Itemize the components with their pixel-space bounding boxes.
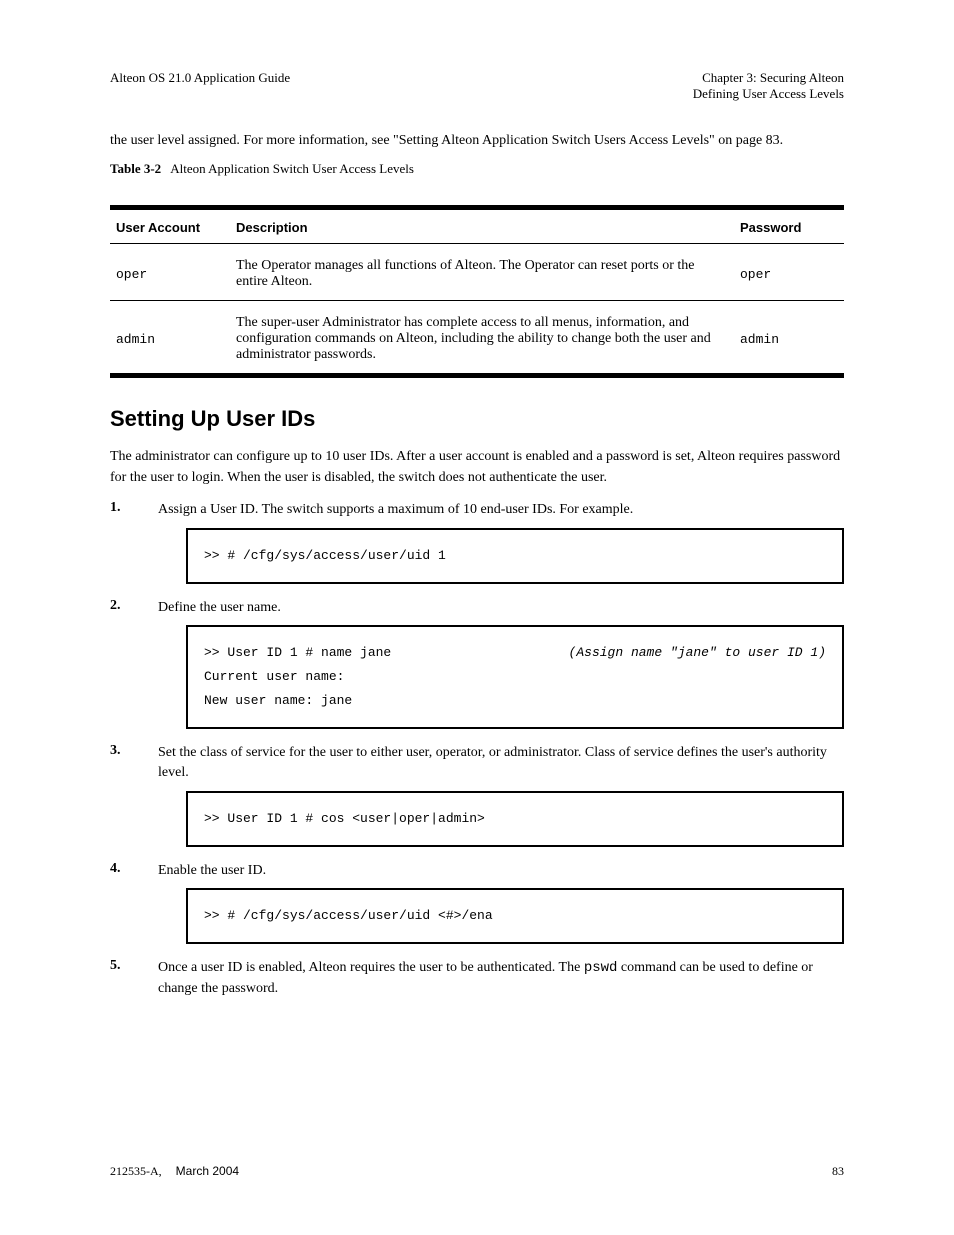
cell-password: oper [734,244,844,301]
step-number: 3. [110,743,140,782]
step-text: Once a user ID is enabled, Alteon requir… [158,960,584,975]
step-description: Once a user ID is enabled, Alteon requir… [158,958,844,998]
page-footer: 212535-A, March 2004 83 [110,1164,844,1179]
step-number: 2. [110,598,140,618]
header-chapter: Chapter 3: Securing Alteon [702,70,844,86]
user-access-table: User Account Description Password oper T… [110,205,844,378]
step-description: Enable the user ID. [158,861,844,881]
table-header-description: Description [230,208,734,244]
cell-account: oper [110,244,230,301]
table-row: oper The Operator manages all functions … [110,244,844,301]
footer-page-number: 83 [832,1164,844,1179]
table-caption-number: Table 3-2 [110,161,161,176]
step-4: 4. Enable the user ID. [110,861,844,881]
step-number: 1. [110,500,140,520]
header-section: Defining User Access Levels [693,86,844,102]
table-row: admin The super-user Administrator has c… [110,301,844,376]
code-block-1: >> # /cfg/sys/access/user/uid 1 [186,528,844,584]
step-mono: pswd [584,960,618,976]
code-block-3: >> User ID 1 # cos <user|oper|admin> [186,791,844,847]
step-number: 5. [110,958,140,998]
step-1: 1. Assign a User ID. The switch supports… [110,500,844,520]
intro-paragraph: the user level assigned. For more inform… [110,130,844,151]
table-caption: Table 3-2 Alteon Application Switch User… [110,161,844,177]
table-header-password: Password [734,208,844,244]
code-annotation: (Assign name "jane" to user ID 1) [569,641,826,665]
code-text: New user name: jane [204,693,352,708]
cell-account: admin [110,301,230,376]
step-5: 5. Once a user ID is enabled, Alteon req… [110,958,844,998]
cell-password: admin [734,301,844,376]
step-number: 4. [110,861,140,881]
table-caption-text: Alteon Application Switch User Access Le… [170,161,414,176]
page-header: Alteon OS 21.0 Application Guide Chapter… [110,70,844,102]
code-text: Current user name: [204,669,344,684]
code-block-4: >> # /cfg/sys/access/user/uid <#>/ena [186,888,844,944]
code-text: >> User ID 1 # name jane [204,645,391,660]
step-3: 3. Set the class of service for the user… [110,743,844,782]
section-heading: Setting Up User IDs [110,406,844,432]
table-header-account: User Account [110,208,230,244]
cell-description: The Operator manages all functions of Al… [230,244,734,301]
code-block-2: >> User ID 1 # name jane (Assign name "ja… [186,625,844,729]
step-2: 2. Define the user name. [110,598,844,618]
step-description: Define the user name. [158,598,844,618]
cell-description: The super-user Administrator has complet… [230,301,734,376]
footer-docnum: 212535-A, [110,1164,162,1179]
step-description: Assign a User ID. The switch supports a … [158,500,844,520]
section-intro: The administrator can configure up to 10… [110,446,844,488]
step-description: Set the class of service for the user to… [158,743,844,782]
header-doc-title: Alteon OS 21.0 Application Guide [110,70,290,86]
footer-date: March 2004 [176,1164,239,1179]
